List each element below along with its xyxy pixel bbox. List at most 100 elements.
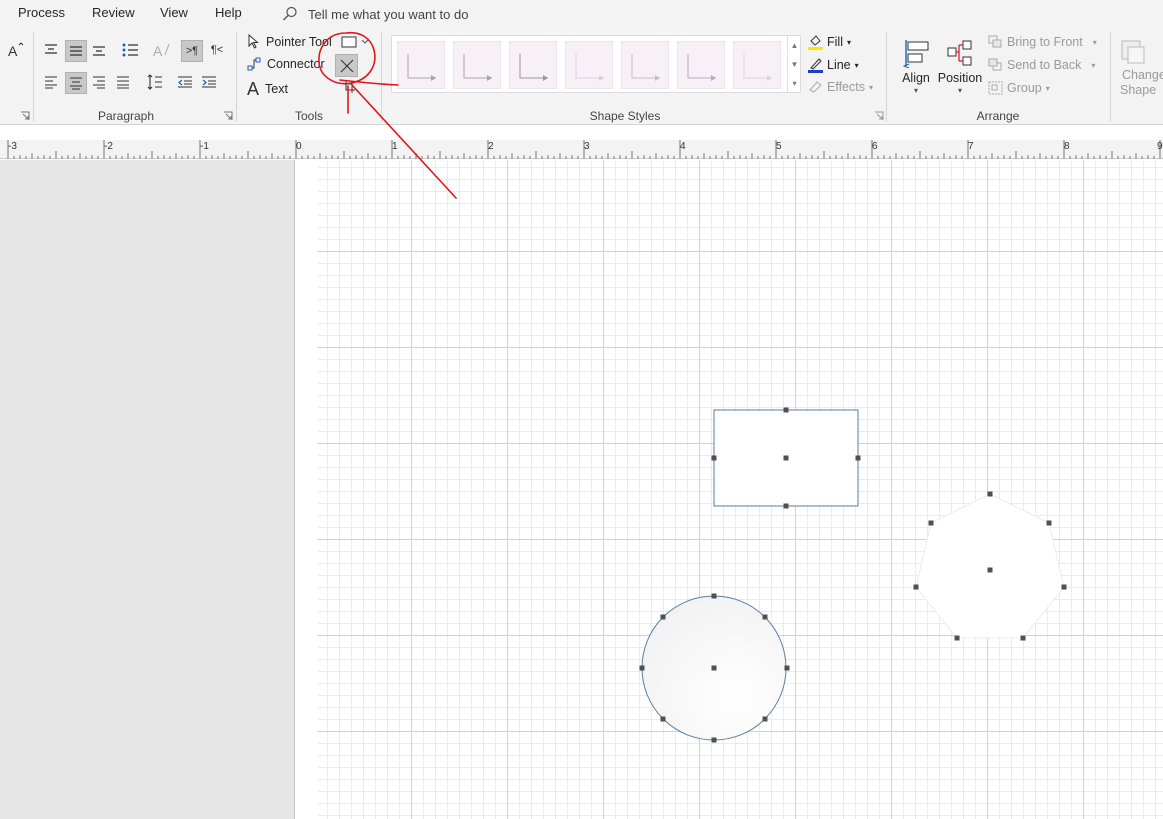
page-margin-area (0, 160, 295, 819)
shape-styles-group-label: Shape Styles (589, 109, 661, 123)
ruler-label: -1 (200, 141, 209, 152)
effects-icon (809, 81, 822, 93)
text-direction-icon[interactable]: A (150, 40, 172, 60)
menu-review[interactable]: Review (92, 5, 135, 20)
shape-styles-dialog-launcher-icon[interactable] (874, 110, 884, 120)
align-middle-icon[interactable] (65, 40, 87, 62)
fill-button[interactable]: Fill ▾ (808, 34, 851, 50)
menu-help[interactable]: Help (215, 5, 242, 20)
pointer-icon (248, 34, 259, 49)
justify-icon[interactable] (113, 72, 133, 92)
text-tool-icon: A (247, 79, 260, 99)
text-tool-label: Text (265, 82, 288, 96)
decrease-indent-icon[interactable] (175, 72, 195, 92)
tell-me-search[interactable]: Tell me what you want to do (282, 3, 468, 25)
align-shapes-icon (902, 40, 929, 68)
send-to-back-icon (988, 58, 1002, 71)
menu-view[interactable]: View (160, 5, 188, 20)
bring-to-front-button[interactable]: Bring to Front ▾ (988, 35, 1097, 49)
separator (1110, 32, 1111, 122)
ruler-label: -3 (8, 141, 17, 152)
group-icon (988, 81, 1003, 95)
crop-tool-button[interactable] (342, 80, 356, 94)
ruler-label: 8 (1064, 141, 1070, 152)
position-label: Position (937, 71, 983, 85)
bullets-icon[interactable] (119, 40, 141, 60)
separator (236, 32, 237, 122)
search-icon (283, 6, 297, 21)
ruler-label: 5 (776, 141, 782, 152)
send-to-back-label: Send to Back (1007, 58, 1082, 72)
text-tool-button[interactable]: A Text (247, 80, 288, 98)
style-thumb[interactable] (453, 41, 501, 89)
align-button[interactable]: Align ▾ (896, 32, 936, 100)
line-spacing-icon[interactable] (145, 72, 165, 92)
align-top-icon[interactable] (41, 40, 61, 60)
horizontal-ruler[interactable]: -3 -2 -1 0 1 2 3 4 5 6 7 8 9 (0, 140, 1163, 159)
ruler-label: 7 (968, 141, 974, 152)
style-thumb[interactable] (621, 41, 669, 89)
shape-styles-gallery: ▲ ▼ ▾ (391, 35, 801, 93)
align-left-icon[interactable] (41, 72, 61, 92)
paragraph-group-label: Paragraph (97, 109, 155, 123)
tools-group-label: Tools (294, 109, 323, 123)
separator (33, 32, 34, 122)
crop-icon (343, 81, 355, 93)
align-bottom-icon[interactable] (89, 40, 109, 60)
effects-label: Effects (827, 80, 865, 94)
change-shape-icon (1121, 40, 1145, 64)
separator (381, 32, 382, 122)
pointer-tool-label: Pointer Tool (266, 34, 332, 49)
menu-process[interactable]: Process (18, 5, 65, 20)
bring-to-front-icon (988, 35, 1002, 48)
line-label: Line (827, 58, 851, 72)
group-button[interactable]: Group ▾ (988, 81, 1050, 95)
style-thumb[interactable] (733, 41, 781, 89)
tell-me-text: Tell me what you want to do (308, 6, 469, 22)
drawing-page[interactable] (318, 160, 1163, 819)
arrange-group-label: Arrange (976, 109, 1020, 123)
ruler-label: 6 (872, 141, 878, 152)
connector-tool-button[interactable]: Connector (247, 57, 325, 71)
menu-bar: Process Review View Help Tell me what yo… (0, 0, 1163, 28)
line-button[interactable]: Line ▾ (808, 57, 859, 73)
pointer-tool-button[interactable]: Pointer Tool (247, 34, 332, 49)
gallery-scroll-down-icon[interactable]: ▼ (787, 55, 801, 73)
connector-icon (247, 57, 261, 71)
increase-indent-icon[interactable] (199, 72, 219, 92)
ruler-label: 2 (488, 141, 494, 152)
connection-point-tool-button[interactable] (335, 54, 358, 77)
change-shape-label-1: Change (1122, 68, 1163, 82)
group-label: Group (1007, 81, 1042, 95)
rectangle-tool-button[interactable] (337, 33, 371, 51)
font-dialog-launcher-icon[interactable] (20, 110, 30, 120)
align-right-icon[interactable] (89, 72, 109, 92)
send-to-back-button[interactable]: Send to Back ▾ (988, 58, 1095, 72)
line-pen-icon (808, 58, 823, 73)
separator (886, 32, 887, 122)
paragraph-dialog-launcher-icon[interactable] (223, 110, 233, 120)
fill-color-swatch (808, 47, 823, 50)
change-shape-button[interactable]: Change Shape (1118, 32, 1163, 102)
ltr-paragraph-icon[interactable]: >¶ (181, 40, 203, 62)
align-center-icon[interactable] (65, 72, 87, 94)
svg-text:A: A (153, 43, 163, 59)
change-shape-label-2: Shape (1120, 83, 1157, 97)
ruler-label: 3 (584, 141, 590, 152)
connection-point-icon (340, 59, 353, 72)
font-size-icon[interactable]: A (6, 40, 24, 60)
effects-button[interactable]: Effects ▾ (808, 80, 873, 94)
gallery-scroll-up-icon[interactable]: ▲ (787, 36, 801, 54)
style-thumb[interactable] (397, 41, 445, 89)
ribbon: A A >¶ ¶< Paragraph Pointer Tool Connect… (0, 28, 1163, 125)
fill-label: Fill (827, 35, 843, 49)
style-thumb[interactable] (677, 41, 725, 89)
rtl-paragraph-icon[interactable]: ¶< (207, 40, 227, 60)
fill-bucket-icon (808, 35, 823, 50)
position-button[interactable]: Position ▾ (937, 32, 983, 100)
align-label: Align (902, 71, 930, 85)
ruler-label: 0 (296, 141, 302, 152)
gallery-more-icon[interactable]: ▾ (787, 74, 801, 92)
style-thumb[interactable] (565, 41, 613, 89)
style-thumb[interactable] (509, 41, 557, 89)
